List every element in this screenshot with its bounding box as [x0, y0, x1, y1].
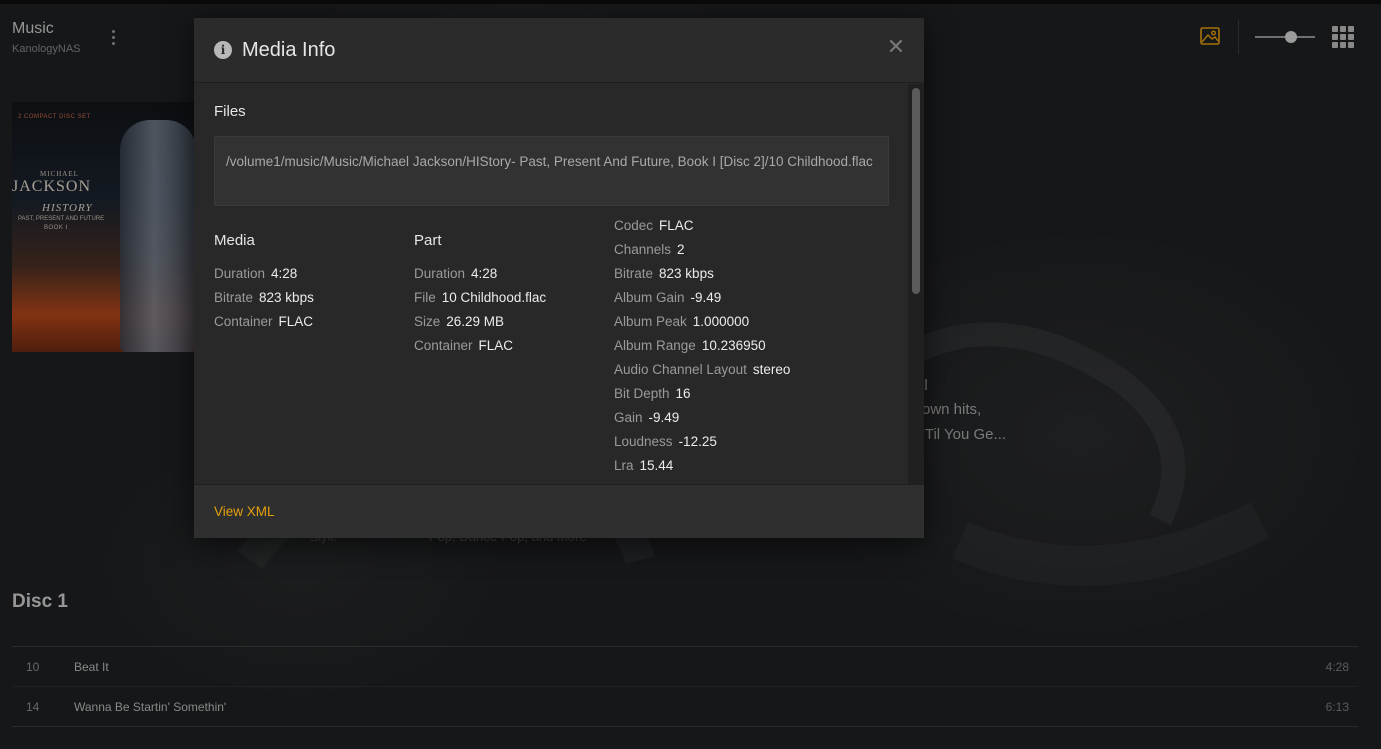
view-xml-link[interactable]: View XML: [214, 504, 275, 519]
media-prop: Duration 4:28: [214, 266, 298, 281]
dialog-body[interactable]: Files /volume1/music/Music/Michael Jacks…: [194, 84, 908, 484]
part-prop: Container FLAC: [414, 338, 514, 353]
close-icon[interactable]: ✕: [886, 36, 906, 58]
dialog-title: Media Info: [242, 39, 336, 61]
files-label: Files: [214, 103, 246, 120]
stream-prop: Bit Depth 16: [614, 386, 691, 401]
media-heading: Media: [214, 232, 255, 249]
stream-prop: Bitrate 823 kbps: [614, 266, 714, 281]
part-prop: File 10 Childhood.flac: [414, 290, 547, 305]
stream-prop: Gain -9.49: [614, 410, 680, 425]
info-icon: i: [214, 41, 232, 59]
stream-prop: Lra 15.44: [614, 458, 674, 473]
stream-prop: Album Gain -9.49: [614, 290, 722, 305]
dialog-scrollbar-thumb[interactable]: [912, 88, 920, 294]
media-prop: Bitrate 823 kbps: [214, 290, 314, 305]
media-prop: Container FLAC: [214, 314, 314, 329]
part-heading: Part: [414, 232, 442, 249]
part-prop: Size 26.29 MB: [414, 314, 505, 329]
stream-prop: Loudness -12.25: [614, 434, 717, 449]
file-path: /volume1/music/Music/Michael Jackson/HIS…: [214, 136, 889, 206]
media-info-dialog: i Media Info ✕ Files /volume1/music/Musi…: [194, 18, 924, 538]
stream-prop: Codec FLAC: [614, 218, 694, 233]
stream-prop: Album Range 10.236950: [614, 338, 766, 353]
dialog-header: i Media Info ✕: [194, 18, 924, 83]
dialog-footer: View XML: [194, 484, 924, 538]
stream-prop: Album Peak 1.000000: [614, 314, 750, 329]
stream-prop: Audio Channel Layout stereo: [614, 362, 791, 377]
part-prop: Duration 4:28: [414, 266, 498, 281]
stream-prop: Channels 2: [614, 242, 685, 257]
